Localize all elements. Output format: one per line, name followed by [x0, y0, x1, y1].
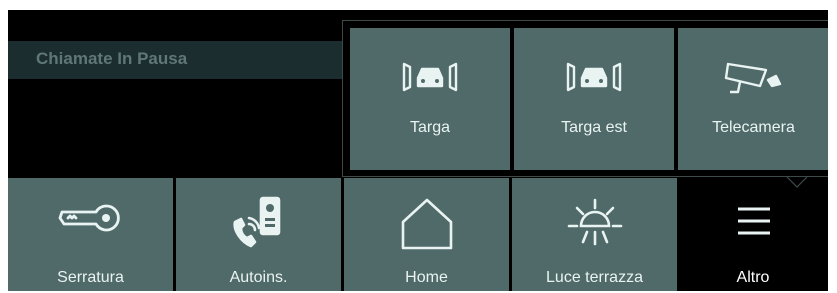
nav-label: Home [405, 269, 448, 286]
nav-label: Luce terrazza [546, 269, 643, 286]
key-icon [58, 204, 120, 232]
status-text: Chiamate In Pausa [36, 49, 188, 68]
popup-item-label: Targa est [561, 119, 627, 136]
popup-item-targa[interactable]: Targa [350, 28, 510, 170]
nav-label: Autoins. [229, 269, 288, 286]
menu-icon [738, 207, 770, 235]
nav-label: Serratura [57, 269, 124, 286]
status-bar: Chiamate In Pausa [8, 41, 348, 79]
screen: Chiamate In Pausa Targa Targa est Teleca… [8, 10, 828, 291]
nav-label: Altro [736, 269, 770, 286]
nav-home[interactable]: Home [344, 178, 509, 291]
popup-item-telecamera[interactable]: Telecamera [678, 28, 828, 170]
nav-autoins[interactable]: Autoins. [176, 178, 341, 291]
gate-car-icon [566, 62, 622, 92]
home-icon [401, 198, 452, 250]
intercom-call-icon [232, 196, 280, 248]
popup-item-targa-est[interactable]: Targa est [514, 28, 674, 170]
more-popup-menu: Targa Targa est Telecamera [342, 20, 828, 177]
popup-item-label: Telecamera [712, 119, 795, 136]
camera-icon [724, 62, 781, 94]
popup-item-label: Targa [409, 119, 451, 136]
nav-luce-terrazza[interactable]: Luce terrazza [512, 178, 677, 291]
light-icon [567, 198, 622, 246]
nav-altro[interactable]: Altro [678, 178, 828, 291]
popup-caret-icon [786, 177, 808, 188]
nav-serratura[interactable]: Serratura [8, 178, 173, 291]
gate-car-icon [402, 62, 458, 92]
